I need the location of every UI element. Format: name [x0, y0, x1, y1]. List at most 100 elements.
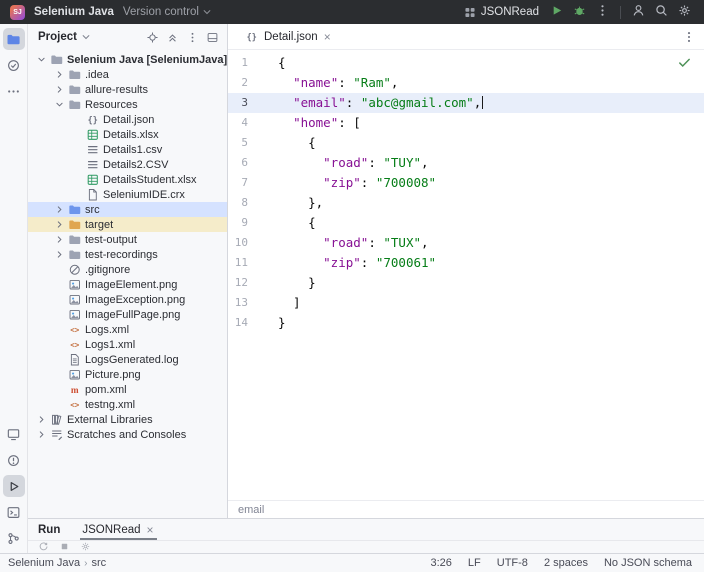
tree-item-logsgenerated-log[interactable]: LogsGenerated.log: [28, 352, 227, 367]
line-number[interactable]: 10: [228, 233, 262, 253]
tree-item-test-output[interactable]: test-output: [28, 232, 227, 247]
status-item-utf-8[interactable]: UTF-8: [497, 557, 528, 569]
run-config-selector[interactable]: JSONRead: [459, 4, 543, 20]
line-number[interactable]: 4: [228, 113, 262, 133]
tree-item-src[interactable]: src: [28, 202, 227, 217]
tree-item-detail-json[interactable]: {}Detail.json: [28, 112, 227, 127]
run-tab-jsonread[interactable]: JSONRead ×: [74, 519, 162, 540]
more-actions-button[interactable]: [593, 3, 612, 22]
project-view-selector[interactable]: Project: [38, 31, 92, 43]
code-line-11[interactable]: 11 "zip": "700061": [228, 253, 704, 273]
code-line-10[interactable]: 10 "road": "TUX",: [228, 233, 704, 253]
code-line-9[interactable]: 9 {: [228, 213, 704, 233]
chevron-right-icon[interactable]: [52, 218, 66, 231]
run-tool-button[interactable]: [3, 475, 25, 497]
status-breadcrumb-selenium-java[interactable]: Selenium Java: [8, 557, 80, 569]
tree-item-resources[interactable]: Resources: [28, 97, 227, 112]
tree-item-testng-xml[interactable]: <>testng.xml: [28, 397, 227, 412]
code-with-me-button[interactable]: [629, 3, 648, 22]
chevron-right-icon[interactable]: [52, 68, 66, 81]
problems-tool-button[interactable]: [3, 449, 25, 471]
code-line-5[interactable]: 5 {: [228, 133, 704, 153]
collapse-all-icon[interactable]: [164, 29, 181, 46]
chevron-right-icon[interactable]: [34, 428, 48, 441]
chevron-right-icon[interactable]: [52, 83, 66, 96]
tree-item-gitignore[interactable]: .gitignore: [28, 262, 227, 277]
line-number[interactable]: 1: [228, 53, 262, 73]
services-tool-button[interactable]: [3, 423, 25, 445]
search-everywhere-button[interactable]: [652, 3, 671, 22]
more-vertical-icon[interactable]: [184, 29, 201, 46]
line-number[interactable]: 7: [228, 173, 262, 193]
settings-button[interactable]: [675, 3, 694, 22]
editor-options-icon[interactable]: [680, 28, 698, 46]
line-number[interactable]: 13: [228, 293, 262, 313]
tree-item-detailsstudent-xlsx[interactable]: DetailsStudent.xlsx: [28, 172, 227, 187]
code-line-7[interactable]: 7 "zip": "700008": [228, 173, 704, 193]
hide-panel-icon[interactable]: [204, 29, 221, 46]
code-line-4[interactable]: 4 "home": [: [228, 113, 704, 133]
status-item-no-json-schema[interactable]: No JSON schema: [604, 557, 692, 569]
tree-item-imagefullpage-png[interactable]: ImageFullPage.png: [28, 307, 227, 322]
line-number[interactable]: 8: [228, 193, 262, 213]
vcs-widget[interactable]: Version control: [123, 6, 213, 18]
line-number[interactable]: 11: [228, 253, 262, 273]
line-number[interactable]: 2: [228, 73, 262, 93]
code-line-8[interactable]: 8 },: [228, 193, 704, 213]
version-control-tool-button[interactable]: [3, 527, 25, 549]
tree-item-idea[interactable]: .idea: [28, 67, 227, 82]
chevron-down-icon[interactable]: [34, 53, 48, 66]
tree-item-selenium-java-seleniumjava[interactable]: Selenium Java [SeleniumJava]~/IdeaProj: [28, 52, 227, 67]
tree-item-details1-csv[interactable]: Details1.csv: [28, 142, 227, 157]
run-window-title[interactable]: Run: [38, 524, 60, 536]
tree-item-test-recordings[interactable]: test-recordings: [28, 247, 227, 262]
tree-item-scratches-and-consoles[interactable]: Scratches and Consoles: [28, 427, 227, 442]
line-number[interactable]: 3: [228, 93, 262, 113]
tree-item-seleniumide-crx[interactable]: SeleniumIDE.crx: [28, 187, 227, 202]
code-line-6[interactable]: 6 "road": "TUY",: [228, 153, 704, 173]
tree-item-details-xlsx[interactable]: Details.xlsx: [28, 127, 227, 142]
status-item-lf[interactable]: LF: [468, 557, 481, 569]
chevron-right-icon[interactable]: [52, 248, 66, 261]
tree-item-pom-xml[interactable]: mpom.xml: [28, 382, 227, 397]
tree-item-imageelement-png[interactable]: ImageElement.png: [28, 277, 227, 292]
status-item-2-spaces[interactable]: 2 spaces: [544, 557, 588, 569]
line-number[interactable]: 14: [228, 313, 262, 333]
editor-tab-detail-json[interactable]: {} Detail.json ×: [238, 24, 338, 49]
line-number[interactable]: 6: [228, 153, 262, 173]
project-logo[interactable]: SJ: [10, 5, 25, 20]
locate-icon[interactable]: [144, 29, 161, 46]
chevron-down-icon[interactable]: [52, 98, 66, 111]
tree-item-picture-png[interactable]: Picture.png: [28, 367, 227, 382]
code-line-12[interactable]: 12 }: [228, 273, 704, 293]
tree-item-logs-xml[interactable]: <>Logs.xml: [28, 322, 227, 337]
code-line-3[interactable]: 3 "email": "abc@gmail.com",: [228, 93, 704, 113]
tree-item-external-libraries[interactable]: External Libraries: [28, 412, 227, 427]
status-breadcrumb-src[interactable]: src: [92, 557, 107, 569]
code-line-2[interactable]: 2 "name": "Ram",: [228, 73, 704, 93]
tree-item-logs1-xml[interactable]: <>Logs1.xml: [28, 337, 227, 352]
status-item-3-26[interactable]: 3:26: [431, 557, 452, 569]
close-run-tab-icon[interactable]: ×: [146, 524, 155, 536]
run-button[interactable]: [547, 3, 566, 22]
breadcrumb-item-email[interactable]: email: [238, 504, 264, 516]
chevron-right-icon[interactable]: [52, 203, 66, 216]
stop-icon[interactable]: [59, 541, 71, 553]
rerun-icon[interactable]: [38, 541, 50, 553]
tree-item-target[interactable]: target: [28, 217, 227, 232]
close-tab-icon[interactable]: ×: [323, 31, 332, 43]
tree-item-imageexception-png[interactable]: ImageException.png: [28, 292, 227, 307]
chevron-right-icon[interactable]: [52, 233, 66, 246]
code-line-14[interactable]: 14}: [228, 313, 704, 333]
more-tool-windows-tool-button[interactable]: [3, 80, 25, 102]
project-tool-button[interactable]: [3, 28, 25, 50]
tree-item-allure-results[interactable]: allure-results: [28, 82, 227, 97]
terminal-tool-button[interactable]: [3, 501, 25, 523]
debug-button[interactable]: [570, 3, 589, 22]
project-name[interactable]: Selenium Java: [34, 6, 114, 18]
settings-small-icon[interactable]: [80, 541, 92, 553]
code-line-13[interactable]: 13 ]: [228, 293, 704, 313]
line-number[interactable]: 12: [228, 273, 262, 293]
line-number[interactable]: 9: [228, 213, 262, 233]
code-line-1[interactable]: 1{: [228, 53, 704, 73]
